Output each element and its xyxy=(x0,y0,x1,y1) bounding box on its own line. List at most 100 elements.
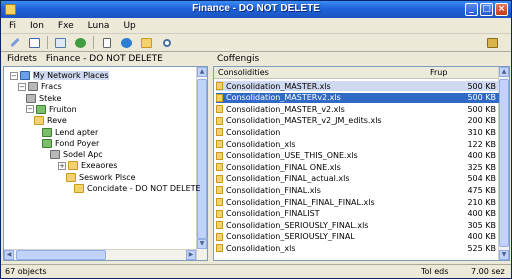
minimize-button[interactable]: _ xyxy=(465,3,478,16)
file-name: Consolidation_xls xyxy=(226,243,296,253)
menu-item[interactable]: Ion xyxy=(30,21,44,31)
tree-item[interactable]: − My Network Places xyxy=(10,70,109,81)
file-list-vertical-scrollbar[interactable]: ▲ ▼ xyxy=(498,67,509,260)
file-row[interactable]: Consolidation 310 KB xyxy=(216,127,499,137)
folder-icon xyxy=(216,140,223,148)
toolbar xyxy=(1,34,511,52)
tree-horizontal-scrollbar[interactable]: ◀ ▶ xyxy=(4,249,196,260)
close-button[interactable]: × xyxy=(495,3,508,16)
folder-icon xyxy=(66,172,76,182)
maximize-button[interactable]: □ xyxy=(480,3,493,16)
file-name: Consolidation_MASTER.xls xyxy=(226,81,331,91)
folder-up-button[interactable] xyxy=(139,36,154,50)
file-row[interactable]: Consolidation_MASTER_v2_JM_edits.xls 200 … xyxy=(216,116,499,126)
tree-item[interactable]: Seswork Plsce xyxy=(66,172,136,183)
file-row[interactable]: Consolidation_xls 122 KB xyxy=(216,139,499,149)
tree-item[interactable]: − Fruiton xyxy=(26,104,77,115)
scroll-thumb[interactable] xyxy=(499,79,509,247)
copy-button[interactable] xyxy=(53,36,68,50)
contents-pane-header: Coffengis xyxy=(213,53,509,65)
copy-icon xyxy=(55,37,66,48)
globe-button[interactable] xyxy=(119,36,134,50)
file-list[interactable]: Consolidities Frup ▲ ▼ Consolidation_MAS… xyxy=(213,66,510,261)
scroll-down-arrow-icon[interactable]: ▼ xyxy=(499,250,509,260)
folder-icon xyxy=(216,232,223,241)
file-name: Consolidation_MASTER_v2.xls xyxy=(226,104,345,114)
scroll-up-arrow-icon[interactable]: ▲ xyxy=(197,67,207,77)
search-icon xyxy=(162,38,171,47)
file-row[interactable]: Consolidation_MASTER.xls 500 KB xyxy=(216,81,499,91)
file-name: Consolidation_xls xyxy=(226,139,296,149)
tree-item[interactable]: − Fracs xyxy=(18,81,62,92)
menu-item[interactable]: Fi xyxy=(9,21,16,31)
menu-item[interactable]: Up xyxy=(123,21,135,31)
collapse-icon[interactable]: − xyxy=(10,71,18,80)
folder-icon xyxy=(216,93,223,102)
file-name: Consolidation_FINAL.xls xyxy=(226,185,321,195)
file-row[interactable]: Consolidation_MASTER_v2.xls 500 KB xyxy=(216,104,499,114)
folder-icon xyxy=(216,221,223,230)
tree-item[interactable]: Reve xyxy=(34,115,67,126)
title-bar[interactable]: Finance - DO NOT DELETE _ □ × xyxy=(1,1,511,18)
tree-item[interactable]: Concidate - DO NOT DELETE xyxy=(74,183,201,194)
settings-button[interactable] xyxy=(485,36,500,50)
file-size: 400 KB xyxy=(467,232,496,242)
tree-item[interactable]: + Exeaores xyxy=(58,160,117,171)
search-button[interactable] xyxy=(159,36,174,50)
scroll-right-arrow-icon[interactable]: ▶ xyxy=(186,250,196,260)
contents-label: Coffengis xyxy=(217,54,260,64)
tree-item[interactable]: Lend apter xyxy=(42,127,98,138)
file-size: 500 KB xyxy=(467,81,496,91)
folder-icon xyxy=(216,82,223,90)
collapse-icon[interactable]: − xyxy=(26,105,34,114)
tree-item[interactable]: Fond Poyer xyxy=(42,138,99,149)
folder-icon xyxy=(74,184,84,193)
network-icon xyxy=(20,71,30,80)
tree-item-label: Fracs xyxy=(41,82,62,92)
folders-label: Fidrets xyxy=(7,54,37,64)
scroll-left-arrow-icon[interactable]: ◀ xyxy=(4,250,14,260)
folder-icon xyxy=(216,151,223,160)
globe-icon xyxy=(121,37,132,48)
file-size: 325 KB xyxy=(467,162,496,172)
status-totals: Tol eds xyxy=(421,267,449,276)
edit-tool-button[interactable] xyxy=(7,36,22,50)
server-icon xyxy=(26,93,36,103)
scroll-thumb[interactable] xyxy=(197,79,207,239)
tree-item-label: Exeaores xyxy=(81,161,118,171)
folder-tree[interactable]: ▲ ▼ ◀ ▶ − My Network Places − Fracs Steke − Fr… xyxy=(3,66,208,261)
file-row[interactable]: Consolidation_FINAL ONE.xls 325 KB xyxy=(216,162,499,172)
file-row[interactable]: Consolidation_FINALIST 400 KB xyxy=(216,209,499,219)
scroll-down-arrow-icon[interactable]: ▼ xyxy=(197,239,207,249)
server-icon xyxy=(28,82,38,92)
menu-item[interactable]: Luna xyxy=(88,21,110,31)
file-row[interactable]: Consolidation_FINAL.xls 475 KB xyxy=(216,185,499,195)
file-row[interactable]: Consolidation_FINAL_actual.xls 504 KB xyxy=(216,174,499,184)
file-name: Consolidation_USE_THIS_ONE.xls xyxy=(226,151,358,161)
size-column-header[interactable]: Frup xyxy=(430,68,447,77)
file-size: 305 KB xyxy=(467,220,496,230)
tree-vertical-scrollbar[interactable]: ▲ ▼ xyxy=(196,67,207,260)
file-size: 122 KB xyxy=(467,139,496,149)
menu-item[interactable]: Fxe xyxy=(58,21,74,31)
tree-item[interactable]: Steke xyxy=(26,93,61,104)
scroll-thumb[interactable] xyxy=(16,250,106,260)
file-row[interactable]: Consolidation_FINAL_FINAL_FINAL.xls 210 K… xyxy=(216,197,499,207)
refresh-button[interactable] xyxy=(73,36,88,50)
document-icon xyxy=(102,37,111,48)
expand-icon[interactable]: + xyxy=(58,161,66,170)
file-row[interactable]: Consolidation_SERIOUSLY_FINAL.xls 305 KB xyxy=(216,220,499,230)
properties-icon xyxy=(29,37,40,48)
tree-item[interactable]: Sodel Apc xyxy=(50,149,103,160)
folder-icon xyxy=(216,128,223,137)
file-row[interactable]: Consolidation_xls 525 KB xyxy=(216,243,499,253)
collapse-icon[interactable]: − xyxy=(18,82,26,91)
object-count: 67 objects xyxy=(5,267,47,276)
file-row[interactable]: Consolidation_USE_THIS_ONE.xls 400 KB xyxy=(216,151,499,161)
file-row[interactable]: Consolidation_SERIOUSLY_FINAL 400 KB xyxy=(216,232,499,242)
properties-button[interactable] xyxy=(27,36,42,50)
name-column-header[interactable]: Consolidities xyxy=(218,68,269,77)
scroll-up-arrow-icon[interactable]: ▲ xyxy=(499,67,509,77)
file-row[interactable]: Consolidation_MASTERv2.xls 500 KB xyxy=(216,92,499,103)
document-button[interactable] xyxy=(99,36,114,50)
